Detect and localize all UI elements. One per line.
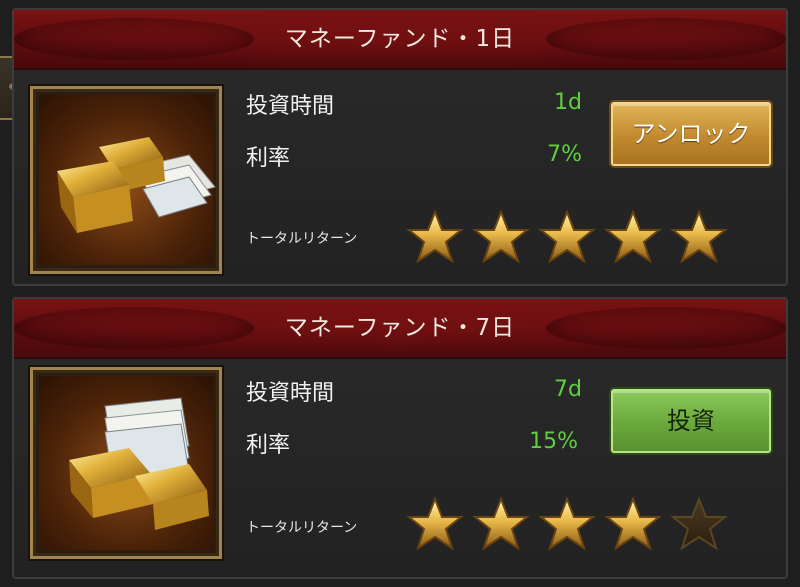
investment-time-label: 投資時間 bbox=[246, 94, 335, 119]
star-filled-icon bbox=[538, 209, 596, 264]
gold-bars-and-banknotes-icon bbox=[57, 137, 216, 233]
star-filled-icon bbox=[406, 209, 464, 264]
interest-rate-value: 7% bbox=[547, 142, 582, 167]
investment-time-label: 投資時間 bbox=[246, 381, 335, 406]
fund-image bbox=[30, 86, 222, 274]
invest-button[interactable]: 投資 bbox=[611, 389, 771, 453]
fund-title: マネーファンド・7日 bbox=[14, 299, 786, 359]
star-empty-icon bbox=[670, 496, 728, 551]
star-filled-icon bbox=[406, 496, 464, 551]
interest-rate-value: 15% bbox=[529, 429, 578, 454]
star-filled-icon bbox=[538, 496, 596, 551]
fund-card-7: マネーファンド・7日 投資時間 7d 利率 15% トータルリターン 投資 bbox=[12, 297, 788, 579]
star-filled-icon bbox=[472, 496, 530, 551]
gold-bars-and-banknotes-icon bbox=[69, 397, 209, 530]
star-filled-icon bbox=[670, 209, 728, 264]
investment-time-value: 1d bbox=[554, 90, 582, 115]
investment-time-value: 7d bbox=[554, 377, 582, 402]
total-return-stars bbox=[406, 208, 728, 266]
star-filled-icon bbox=[604, 496, 662, 551]
star-filled-icon bbox=[472, 209, 530, 264]
total-return-stars bbox=[406, 495, 728, 553]
fund-title: マネーファンド・1日 bbox=[14, 10, 786, 70]
interest-rate-label: 利率 bbox=[246, 433, 291, 458]
unlock-button[interactable]: アンロック bbox=[611, 102, 771, 166]
fund-card-1: マネーファンド・1日 投資時間 1d 利率 7% トータルリターン アンロック bbox=[12, 8, 788, 286]
star-filled-icon bbox=[604, 209, 662, 264]
total-return-label: トータルリターン bbox=[246, 520, 358, 536]
fund-image bbox=[30, 367, 222, 559]
total-return-label: トータルリターン bbox=[246, 231, 358, 247]
interest-rate-label: 利率 bbox=[246, 146, 291, 171]
